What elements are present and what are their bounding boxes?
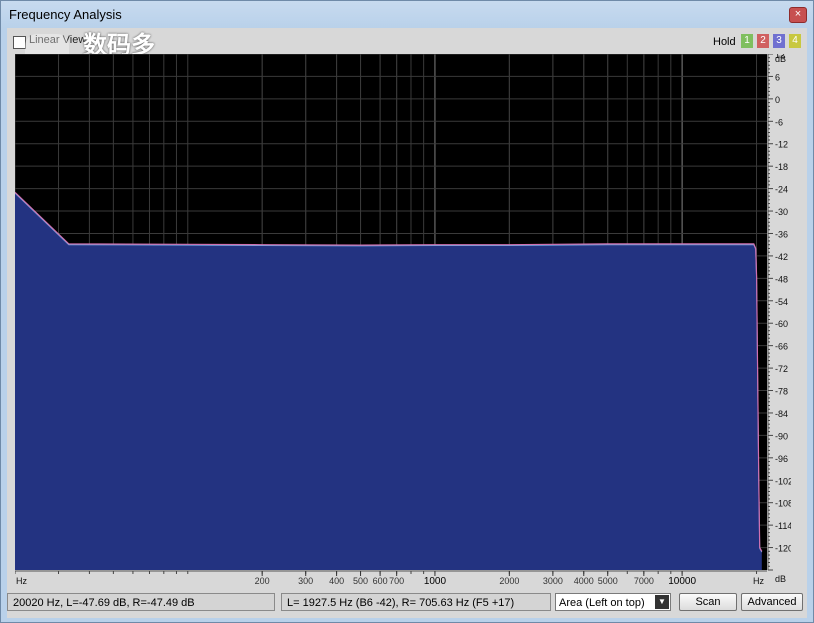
y-tick-label: 6: [775, 72, 780, 82]
y-tick-label: -30: [775, 207, 788, 217]
x-tick-label: 400: [329, 576, 344, 586]
x-tick-label: 2000: [499, 576, 519, 586]
x-tick-label: 700: [389, 576, 404, 586]
y-tick-label: -84: [775, 409, 788, 419]
advanced-button[interactable]: Advanced: [741, 593, 803, 611]
y-tick-label: -102: [775, 476, 791, 486]
y-tick-label: 0: [775, 95, 780, 105]
frequency-analysis-window: Frequency Analysis × Linear View 数码多 Soo…: [0, 0, 814, 623]
y-axis-ruler: [767, 54, 791, 570]
y-tick-label: -6: [775, 117, 783, 127]
hold-button-3[interactable]: 3: [773, 34, 785, 48]
y-tick-label: -114: [775, 521, 791, 531]
plot-mode-select[interactable]: Area (Left on top) ▼: [555, 593, 671, 611]
x-tick-label: 1000: [424, 576, 447, 587]
y-tick-label: -60: [775, 319, 788, 329]
y-tick-label: -48: [775, 274, 788, 284]
chevron-down-icon[interactable]: ▼: [655, 595, 669, 609]
hold-button-4[interactable]: 4: [789, 34, 801, 48]
frequency-chart-svg[interactable]: 1260-6-12-18-24-30-36-42-48-54-60-66-72-…: [14, 50, 793, 587]
x-tick-label: 600: [373, 576, 388, 586]
x-unit-label-right: Hz: [753, 576, 764, 586]
frequency-plot[interactable]: 12 6 0 -6 -12 -18 -24 -30 -36 -42 -48 -54 -60 -66 -72-…: [14, 50, 793, 587]
y-unit-label-top: dB: [775, 54, 786, 64]
client-area: Linear View 数码多 Soomal.com Hold 1 2 3 4 …: [7, 28, 807, 618]
y-unit-label-bottom: dB: [775, 574, 786, 584]
options-bar: Linear View 数码多 Soomal.com Hold 1 2 3 4: [7, 28, 807, 68]
status-bar: 20020 Hz, L=-47.69 dB, R=-47.49 dB L= 19…: [7, 593, 807, 615]
y-tick-label: -54: [775, 297, 788, 307]
x-tick-label: 10000: [668, 576, 696, 587]
x-tick-label: 5000: [598, 576, 618, 586]
cursor-readout: 20020 Hz, L=-47.69 dB, R=-47.49 dB: [7, 593, 275, 611]
x-tick-label: 200: [255, 576, 270, 586]
scan-button[interactable]: Scan: [679, 593, 737, 611]
y-tick-label: -24: [775, 185, 788, 195]
x-unit-label-left: Hz: [16, 576, 27, 586]
hold-button-1[interactable]: 1: [741, 34, 753, 48]
spectrum-area: [15, 192, 762, 571]
y-tick-label: -108: [775, 499, 791, 509]
y-tick-label: -42: [775, 252, 788, 262]
y-tick-label: -120: [775, 544, 791, 554]
y-tick-label: -18: [775, 162, 788, 172]
peak-readout: L= 1927.5 Hz (B6 -42), R= 705.63 Hz (F5 …: [281, 593, 551, 611]
y-tick-label: -72: [775, 364, 788, 374]
y-tick-label: -66: [775, 342, 788, 352]
x-tick-label: 500: [353, 576, 368, 586]
hold-button-2[interactable]: 2: [757, 34, 769, 48]
y-tick-label: -90: [775, 431, 788, 441]
x-tick-label: 3000: [543, 576, 563, 586]
y-tick-label: -78: [775, 387, 788, 397]
hold-label: Hold: [713, 36, 736, 48]
y-tick-label: -12: [775, 140, 788, 150]
y-tick-label: -96: [775, 454, 788, 464]
title-bar[interactable]: Frequency Analysis ×: [1, 1, 813, 28]
x-tick-label: 300: [298, 576, 313, 586]
window-title: Frequency Analysis: [9, 7, 122, 22]
close-icon[interactable]: ×: [789, 7, 807, 23]
x-tick-label: 4000: [574, 576, 594, 586]
x-tick-label: 7000: [634, 576, 654, 586]
plot-mode-value: Area (Left on top): [559, 597, 645, 609]
y-tick-label: -36: [775, 229, 788, 239]
